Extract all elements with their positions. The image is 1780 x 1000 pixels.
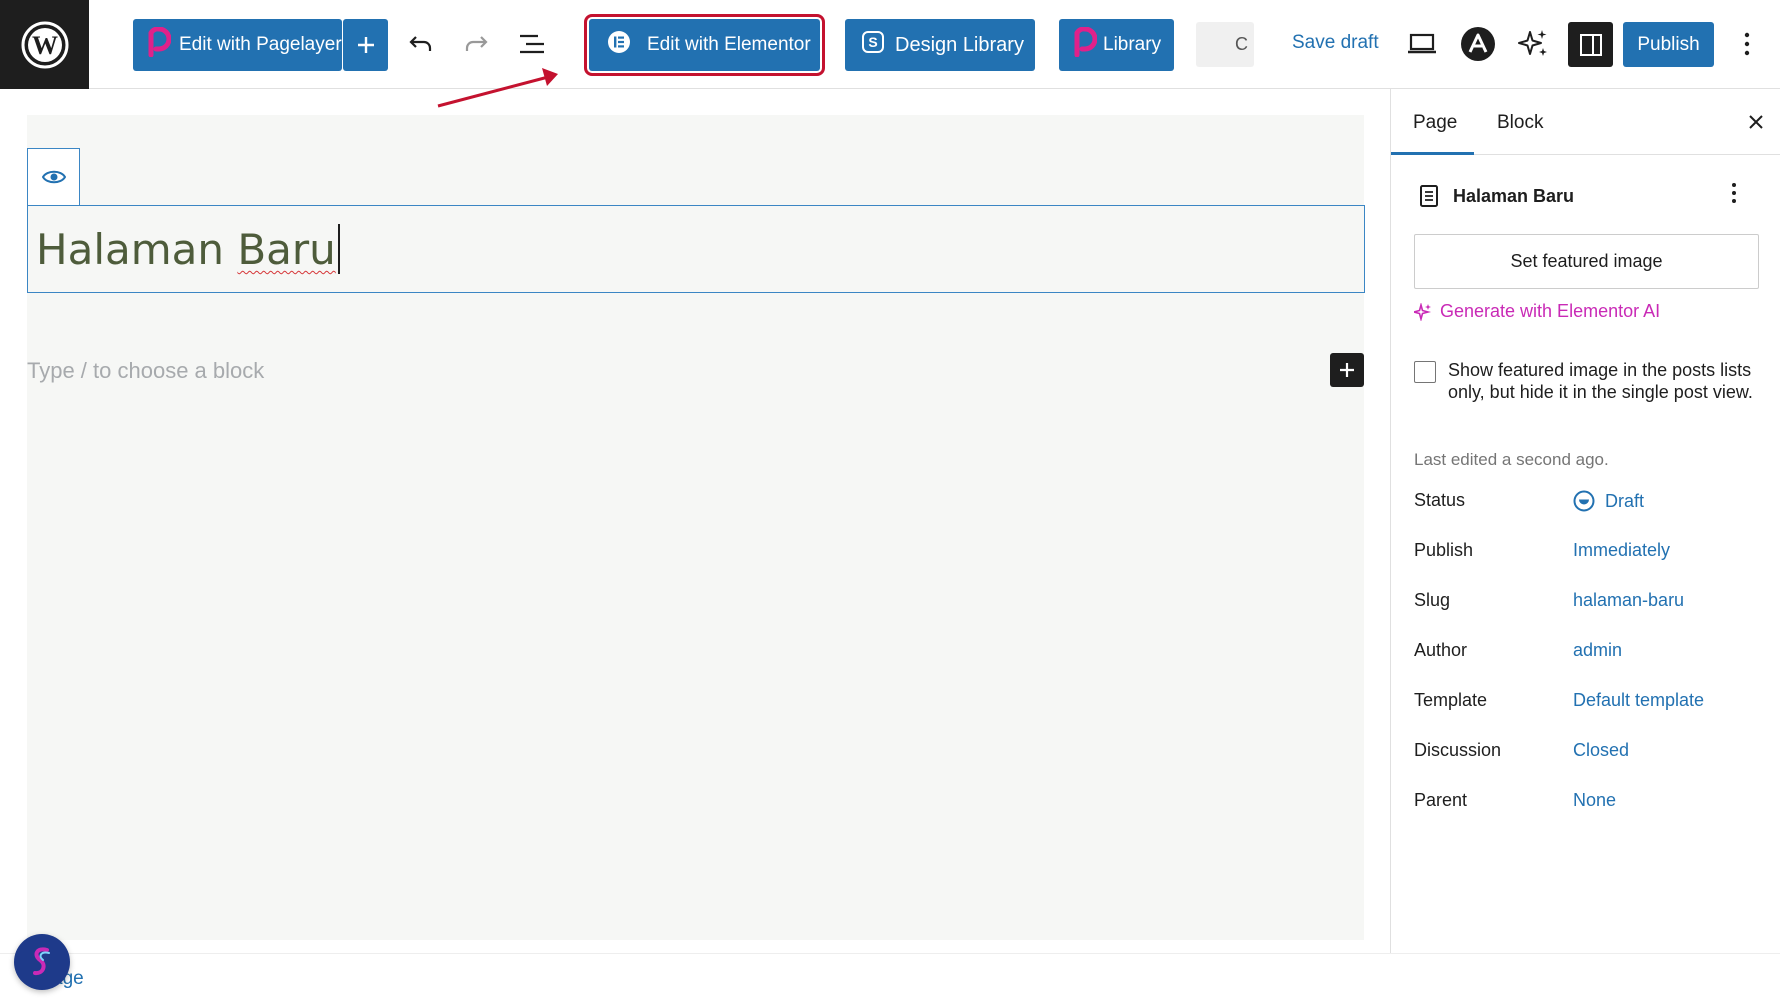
options-menu-button[interactable] xyxy=(1725,22,1769,66)
sparkles-icon xyxy=(1518,30,1547,56)
design-library-label: Design Library xyxy=(895,33,1024,56)
edit-with-elementor-button[interactable]: Edit with Elementor xyxy=(584,14,825,76)
author-button[interactable]: admin xyxy=(1573,640,1622,661)
meta-row-template: Template Default template xyxy=(1414,686,1759,716)
meta-row-slug: Slug halaman-baru xyxy=(1414,586,1759,616)
document-title: Halaman Baru xyxy=(1453,185,1575,206)
featured-image-visibility-checkbox[interactable] xyxy=(1414,361,1436,383)
meta-label: Status xyxy=(1414,490,1466,510)
undo-icon xyxy=(409,36,432,51)
meta-row-status: Status Draft xyxy=(1414,486,1759,516)
last-edited-text: Last edited a second ago. xyxy=(1414,450,1609,469)
pagelayer-library-button[interactable]: Library xyxy=(1059,19,1174,71)
astra-settings-button[interactable] xyxy=(1456,22,1500,66)
redo-icon xyxy=(465,36,488,51)
truncated-button-label: C xyxy=(1235,34,1248,54)
publish-date-button[interactable]: Immediately xyxy=(1573,540,1670,561)
meta-row-parent: Parent None xyxy=(1414,786,1759,816)
meta-label: Publish xyxy=(1414,540,1474,560)
tab-block[interactable]: Block xyxy=(1497,112,1543,134)
close-sidebar-button[interactable] xyxy=(1741,107,1771,137)
block-visibility-toggle[interactable] xyxy=(27,148,80,205)
text-caret xyxy=(337,224,340,274)
sidebar-toggle-icon xyxy=(1579,33,1602,56)
active-tab-indicator xyxy=(1391,152,1474,155)
plus-icon xyxy=(357,37,374,53)
elementor-button-label: Edit with Elementor xyxy=(647,34,811,55)
svg-text:W: W xyxy=(32,31,58,60)
set-featured-image-button[interactable]: Set featured image xyxy=(1414,234,1759,289)
astra-icon xyxy=(1461,27,1495,61)
save-draft-button[interactable]: Save draft xyxy=(1292,32,1379,54)
undo-button[interactable] xyxy=(399,22,443,66)
elementor-logo-icon xyxy=(607,30,631,60)
post-title-block[interactable]: Halaman Baru xyxy=(27,205,1365,293)
assistant-logo-icon xyxy=(33,947,50,976)
meta-row-author: Author admin xyxy=(1414,636,1759,666)
pagelayer-button-label: Edit with Pagelayer xyxy=(179,34,342,55)
generate-ai-label: Generate with Elementor AI xyxy=(1440,301,1661,321)
status-value-button[interactable]: Draft xyxy=(1573,490,1644,512)
meta-value-text: Draft xyxy=(1605,490,1645,511)
generate-with-elementor-ai-link[interactable]: Generate with Elementor AI xyxy=(1414,301,1660,322)
meta-label: Slug xyxy=(1414,590,1451,610)
svg-text:S: S xyxy=(868,34,877,50)
block-appender-placeholder[interactable]: Type / to choose a block xyxy=(27,358,264,384)
meta-label: Author xyxy=(1414,640,1468,660)
draft-status-icon xyxy=(1573,490,1595,512)
post-title-word: Halaman xyxy=(36,225,238,274)
page-document-icon xyxy=(1420,185,1438,207)
sidebar-tabs: Page Block xyxy=(1391,89,1780,155)
more-vertical-icon xyxy=(1744,32,1750,56)
settings-sidebar-toggle-button[interactable] xyxy=(1568,22,1613,67)
slug-button[interactable]: halaman-baru xyxy=(1573,590,1684,611)
meta-label: Parent xyxy=(1414,790,1468,810)
post-title-misspelled-word: Baru xyxy=(237,225,336,274)
meta-label: Template xyxy=(1414,690,1488,710)
parent-button[interactable]: None xyxy=(1573,790,1616,811)
floating-assistant-button[interactable] xyxy=(14,934,70,990)
tab-page[interactable]: Page xyxy=(1413,112,1457,134)
annotation-arrow xyxy=(437,68,558,108)
eye-icon xyxy=(41,170,66,184)
discussion-button[interactable]: Closed xyxy=(1573,740,1629,761)
edit-with-pagelayer-button[interactable]: Edit with Pagelayer xyxy=(133,19,342,71)
document-actions-button[interactable] xyxy=(1731,181,1737,210)
ai-assistant-button[interactable] xyxy=(1511,22,1555,66)
wordpress-logo-icon[interactable]: W xyxy=(0,0,89,89)
library-button-label: Library xyxy=(1103,34,1162,55)
template-button[interactable]: Default template xyxy=(1573,690,1704,711)
pagelayer-logo-icon xyxy=(1071,26,1098,63)
ai-sparkle-icon xyxy=(1414,302,1432,321)
list-view-button[interactable] xyxy=(510,22,554,66)
design-library-button[interactable]: S Design Library xyxy=(845,19,1035,71)
redo-button[interactable] xyxy=(454,22,498,66)
publish-button[interactable]: Publish xyxy=(1623,22,1714,67)
meta-row-publish: Publish Immediately xyxy=(1414,536,1759,566)
meta-row-discussion: Discussion Closed xyxy=(1414,736,1759,766)
desktop-preview-icon xyxy=(1408,33,1436,54)
design-library-logo-icon: S xyxy=(861,30,885,60)
featured-image-visibility-option: Show featured image in the posts lists o… xyxy=(1414,359,1754,403)
pagelayer-logo-icon xyxy=(145,26,172,63)
truncated-toolbar-button[interactable]: C xyxy=(1196,22,1254,67)
more-vertical-icon xyxy=(1732,183,1736,203)
plus-icon xyxy=(1340,363,1354,377)
meta-label: Discussion xyxy=(1414,740,1502,760)
editor-toolbar: W Edit with Pagelayer Edit with Elemento… xyxy=(0,0,1780,89)
add-block-inserter-button[interactable] xyxy=(343,19,388,71)
featured-image-visibility-label[interactable]: Show featured image in the posts lists o… xyxy=(1448,359,1754,403)
list-view-icon xyxy=(520,34,544,54)
editor-canvas: Halaman Baru Type / to choose a block xyxy=(27,115,1365,940)
add-block-button[interactable] xyxy=(1330,353,1364,387)
close-icon xyxy=(1749,115,1763,129)
post-title-text[interactable]: Halaman Baru xyxy=(36,224,340,274)
settings-sidebar: Page Block Halaman Baru Set featured ima… xyxy=(1390,89,1780,953)
preview-button[interactable] xyxy=(1400,22,1444,66)
document-summary: Halaman Baru xyxy=(1419,181,1759,211)
editor-footer xyxy=(0,953,1780,1000)
